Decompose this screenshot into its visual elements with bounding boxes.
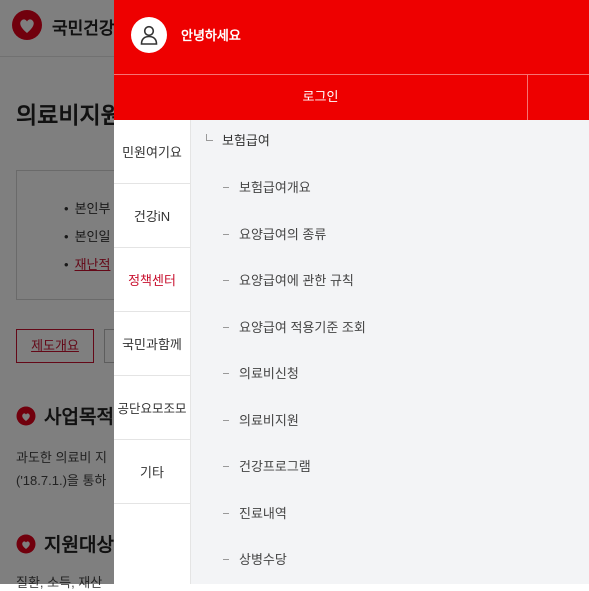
submenu-item[interactable]: 건강프로그램 [223, 456, 311, 475]
submenu-item[interactable]: 요양급여 적용기준 조회 [223, 317, 366, 336]
submenu-item[interactable]: 상병수당 [223, 549, 287, 568]
divider [527, 75, 528, 120]
category-item[interactable]: 민원여기요 [114, 120, 190, 184]
submenu-panel: 보험급여 보험급여개요 요양급여의 종류 요양급여에 관한 규칙 요양급여 적용… [191, 120, 589, 584]
tree-corner-icon [206, 134, 213, 141]
greeting-text: 안녕하세요 [181, 28, 241, 43]
dash-icon [223, 513, 229, 514]
user-avatar-icon[interactable] [131, 17, 167, 53]
submenu-item[interactable]: 요양급여의 종류 [223, 224, 326, 243]
submenu-heading[interactable]: 보험급여 [206, 130, 270, 149]
menu-drawer: 안녕하세요 로그인 민원여기요 건강iN 정책센터 국민과함께 공단요모조모 기… [114, 0, 589, 584]
submenu-item[interactable]: 진료내역 [223, 503, 287, 522]
dash-icon [223, 420, 229, 421]
category-item[interactable]: 국민과함께 [114, 312, 190, 376]
submenu-item[interactable]: 의료비지원 [223, 410, 299, 429]
submenu-item[interactable]: 보험급여개요 [223, 177, 311, 196]
dash-icon [223, 280, 229, 281]
user-icon [140, 25, 158, 45]
category-item-active[interactable]: 정책센터 [114, 248, 190, 312]
dash-icon [223, 373, 229, 374]
category-item[interactable]: 건강iN [114, 184, 190, 248]
dash-icon [223, 466, 229, 467]
dash-icon [223, 327, 229, 328]
submenu-item[interactable]: 의료비신청 [223, 363, 299, 382]
dash-icon [223, 187, 229, 188]
login-button[interactable]: 로그인 [114, 75, 527, 120]
submenu-item[interactable]: 요양급여에 관한 규칙 [223, 270, 354, 289]
dash-icon [223, 234, 229, 235]
category-item[interactable]: 공단요모조모 [114, 376, 190, 440]
dash-icon [223, 559, 229, 560]
category-list: 민원여기요 건강iN 정책센터 국민과함께 공단요모조모 기타 [114, 120, 191, 584]
drawer-header: 안녕하세요 로그인 [114, 0, 589, 120]
category-item[interactable]: 기타 [114, 440, 190, 504]
